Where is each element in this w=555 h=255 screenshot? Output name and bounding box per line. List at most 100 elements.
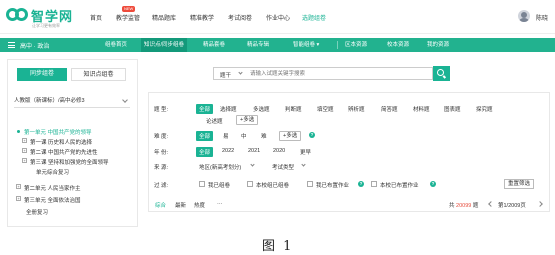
tab-sync[interactable]: 同步组卷 xyxy=(17,68,67,81)
tab-quality-albums[interactable]: 精品专辑 xyxy=(244,38,272,52)
checkbox-group-papers[interactable] xyxy=(247,181,253,187)
tree-unit-3[interactable]: 第三单元 全面依法治国 xyxy=(24,196,81,204)
sort-newest[interactable]: 最新 xyxy=(175,201,186,209)
type-material[interactable]: 材料题 xyxy=(413,105,430,113)
type-label: 题 型: xyxy=(154,107,169,113)
menu-icon[interactable] xyxy=(8,42,15,48)
type-analysis[interactable]: 辨析题 xyxy=(348,105,365,113)
type-short-answer[interactable]: 简答题 xyxy=(381,105,398,113)
result-count: 共 20099 题 xyxy=(449,201,478,209)
expand-icon[interactable]: + xyxy=(22,158,27,163)
count-prefix: 共 xyxy=(449,203,455,209)
tree-lesson-1[interactable]: 第一课 历史和人民的选择 xyxy=(30,138,92,146)
brand-slogan: 让学习更有效率 xyxy=(32,23,60,28)
figure-caption: 图 1 xyxy=(262,239,294,254)
checkbox-my-homework[interactable] xyxy=(307,181,313,187)
textbook-label: 人教版（新课标）/高中必修3 xyxy=(14,98,85,104)
search-input[interactable] xyxy=(250,69,430,79)
difficulty-medium[interactable]: 中 xyxy=(241,132,247,140)
tab-smart-paper-label: 智能组卷 xyxy=(293,42,316,48)
source-label: 来 源: xyxy=(154,165,169,171)
tab-knowledge-point[interactable]: 知识点组卷 xyxy=(71,68,126,81)
difficulty-easy[interactable]: 易 xyxy=(223,132,229,140)
tab-quality-sets[interactable]: 精品套卷 xyxy=(200,38,228,52)
tab-school-resources[interactable]: 校本资源 xyxy=(384,38,412,52)
user-name[interactable]: 陈晓 xyxy=(536,13,548,22)
tab-paper-home[interactable]: 组卷首页 xyxy=(102,38,130,52)
tree-full-review[interactable]: 全册复习 xyxy=(26,208,48,216)
avatar[interactable] xyxy=(518,10,530,22)
filter-school-homework-label: 本校已布置作业 xyxy=(380,183,419,189)
type-multi-select-button[interactable]: +多选 xyxy=(236,115,259,125)
year-earlier[interactable]: 更早 xyxy=(300,148,311,156)
year-label: 年 份: xyxy=(154,150,169,156)
type-fill[interactable]: 填空题 xyxy=(317,105,334,113)
textbook-select[interactable]: 人教版（新课标）/高中必修3 xyxy=(14,95,130,108)
checkbox-my-papers[interactable] xyxy=(199,181,205,187)
help-icon[interactable]: ? xyxy=(358,181,364,187)
difficulty-all[interactable]: 全部 xyxy=(196,131,214,141)
tree-unit-review[interactable]: 单元综合复习 xyxy=(36,168,69,176)
nav-supervision[interactable]: 教学监管 xyxy=(116,13,140,22)
sub-nav-bar: 高中 · 政治 组卷首页 知识点/同步组卷 精品套卷 精品专辑 智能组卷 ▾ 区… xyxy=(0,38,555,52)
nav-question-bank[interactable]: 精品题库 xyxy=(152,13,176,22)
chevron-down-icon: ▾ xyxy=(316,42,320,48)
type-all[interactable]: 全部 xyxy=(196,104,214,114)
type-inquiry[interactable]: 探究题 xyxy=(476,105,493,113)
exam-type-select[interactable]: 考试类型 xyxy=(272,163,294,171)
filter-my-papers-label: 我已组卷 xyxy=(208,183,231,189)
tab-sync-paper[interactable]: 知识点/同步组卷 xyxy=(141,38,188,52)
tab-my-resources[interactable]: 我的资源 xyxy=(424,38,452,52)
search-icon xyxy=(437,69,444,76)
year-2020[interactable]: 2020 xyxy=(273,148,285,154)
checkbox-school-homework[interactable] xyxy=(371,181,377,187)
tree-lesson-3[interactable]: 第三课 坚持和加强党的全面领导 xyxy=(30,158,109,166)
logo-icon xyxy=(6,5,28,27)
year-2022[interactable]: 2022 xyxy=(222,148,234,154)
type-multi[interactable]: 多选题 xyxy=(253,105,270,113)
tab-district-resources[interactable]: 区本资源 xyxy=(342,38,370,52)
tree-lesson-2[interactable]: 第二课 中国共产党的先进性 xyxy=(30,148,98,156)
search-scope-select[interactable]: 题干 xyxy=(220,71,231,79)
expand-icon[interactable]: + xyxy=(16,196,21,201)
filter-my-homework-label: 我已布置作业 xyxy=(316,183,350,189)
difficulty-label: 难 度: xyxy=(154,134,169,140)
reset-filters-button[interactable]: 重置筛选 xyxy=(504,179,534,189)
nav-compose-paper[interactable]: 选题组卷 xyxy=(302,13,326,22)
chevron-down-icon xyxy=(122,97,128,103)
search-box: 题干 xyxy=(213,67,433,80)
type-essay[interactable]: 论述题 xyxy=(206,117,223,125)
chevron-down-icon xyxy=(238,70,243,75)
selected-dot-icon xyxy=(17,130,20,133)
page-indicator: 第1/2009页 xyxy=(498,203,526,209)
tree-unit-1[interactable]: 第一单元 中国共产党的领导 xyxy=(24,128,92,136)
type-choice[interactable]: 选择题 xyxy=(220,105,237,113)
expand-icon[interactable]: + xyxy=(16,184,21,189)
type-chart[interactable]: 图表题 xyxy=(444,105,461,113)
difficulty-multi-select-button[interactable]: +多选 xyxy=(279,131,302,141)
region-select[interactable]: 地区(新高考划分) xyxy=(199,163,241,171)
tree-unit-2[interactable]: 第二单元 人民当家作主 xyxy=(24,184,81,192)
nav-home[interactable]: 首页 xyxy=(90,13,102,22)
year-2021[interactable]: 2021 xyxy=(248,148,260,154)
nav-precision-teaching[interactable]: 精准教学 xyxy=(190,13,214,22)
search-button[interactable] xyxy=(433,66,450,81)
help-icon[interactable]: ? xyxy=(430,181,436,187)
type-judge[interactable]: 判断题 xyxy=(285,105,302,113)
year-all[interactable]: 全部 xyxy=(196,147,214,157)
more-options-icon[interactable]: ··· xyxy=(217,201,223,207)
expand-icon[interactable]: + xyxy=(22,148,27,153)
filter-group-papers-label: 本校组已组卷 xyxy=(256,183,290,189)
tab-smart-paper[interactable]: 智能组卷 ▾ xyxy=(290,38,322,52)
sort-comprehensive[interactable]: 综合 xyxy=(155,201,166,209)
help-icon[interactable]: ? xyxy=(309,132,315,138)
exclude-label: 过 滤: xyxy=(154,183,169,189)
difficulty-hard[interactable]: 难 xyxy=(261,132,267,140)
nav-exam-marking[interactable]: 考试阅卷 xyxy=(228,13,252,22)
subject-selector[interactable]: 高中 · 政治 xyxy=(20,41,49,50)
count-total: 20099 xyxy=(456,203,472,209)
nav-homework[interactable]: 作业中心 xyxy=(266,13,290,22)
sort-popular[interactable]: 热度 xyxy=(194,201,205,209)
divider xyxy=(337,41,338,49)
expand-icon[interactable]: + xyxy=(22,138,27,143)
